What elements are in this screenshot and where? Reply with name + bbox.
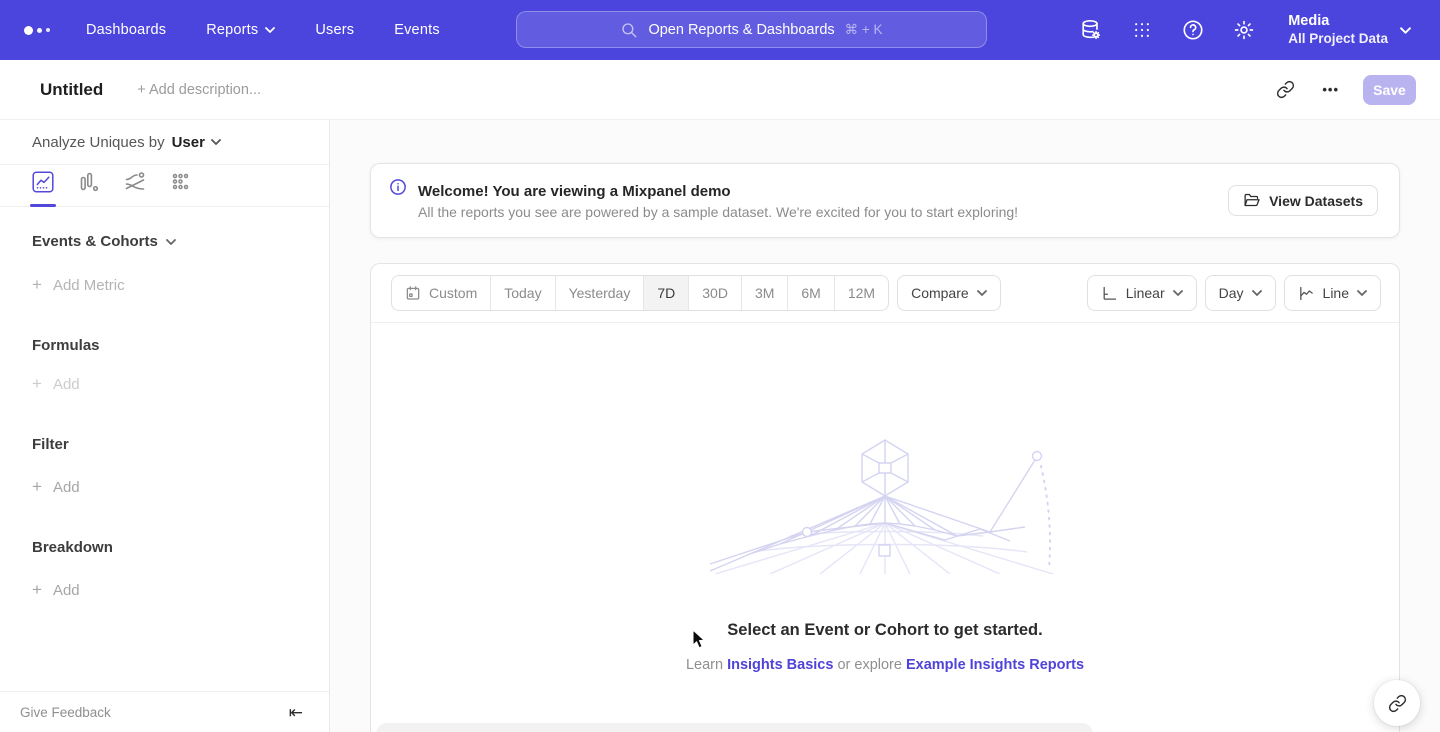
interval-dropdown[interactable]: Day [1205,275,1276,311]
range-6m[interactable]: 6M [788,276,834,310]
breakdown-section-title: Breakdown [32,539,297,556]
add-metric-button[interactable]: + Add Metric [32,275,297,295]
tab-flow-chart[interactable] [124,171,146,201]
calendar-icon [405,285,421,301]
events-cohorts-section-title[interactable]: Events & Cohorts [32,233,297,250]
sidebar-footer: Give Feedback ⇤ [0,691,329,732]
range-7d[interactable]: 7D [644,276,689,310]
share-link-fab[interactable] [1374,680,1420,726]
insights-basics-link[interactable]: Insights Basics [727,657,833,673]
insights-chart-card: Custom Today Yesterday 7D 30D 3M 6M 12M … [370,263,1400,732]
plus-icon: + [32,580,42,600]
give-feedback-link[interactable]: Give Feedback [20,705,111,720]
query-sections: Events & Cohorts + Add Metric Formulas +… [0,207,329,600]
chevron-down-icon [977,290,987,296]
scale-dropdown[interactable]: Linear [1087,275,1197,311]
global-search-input[interactable]: Open Reports & Dashboards ⌘ + K [516,11,987,48]
formulas-section-title: Formulas [32,337,297,354]
report-actions: ••• Save [1272,75,1416,105]
topnav-right: Media All Project Data [1079,13,1410,47]
empty-state: Select an Event or Cohort to get started… [371,324,1399,673]
tab-metrics-grid[interactable] [170,171,192,201]
chevron-down-icon [265,27,275,33]
add-filter-button[interactable]: + Add [32,477,297,497]
search-icon [620,21,638,39]
save-button[interactable]: Save [1363,75,1416,105]
project-scope: All Project Data [1288,30,1388,47]
add-breakdown-button[interactable]: + Add [32,580,297,600]
range-yesterday[interactable]: Yesterday [556,276,645,310]
chevron-down-icon [1400,27,1410,33]
main-content: Welcome! You are viewing a Mixpanel demo… [330,120,1440,732]
analyze-prefix-label: Analyze Uniques by [32,134,165,151]
info-icon [389,178,407,196]
tab-bar-chart[interactable] [78,171,100,201]
nav-dashboards[interactable]: Dashboards [86,22,166,38]
range-30d[interactable]: 30D [689,276,742,310]
search-placeholder: Open Reports & Dashboards [648,22,834,38]
range-custom[interactable]: Custom [392,276,491,310]
filter-section-title: Filter [32,436,297,453]
visualization-tabs [0,165,329,207]
nav-users[interactable]: Users [315,22,354,38]
data-management-icon[interactable] [1079,18,1103,42]
report-description-field[interactable]: + Add description... [137,82,261,98]
mixpanel-logo[interactable] [24,26,50,35]
range-12m[interactable]: 12M [835,276,888,310]
chevron-down-icon [211,139,221,145]
linear-axis-icon [1101,285,1118,302]
chart-type-dropdown[interactable]: Line [1284,275,1381,311]
logo-dot [46,28,50,32]
project-switcher[interactable]: Media All Project Data [1288,13,1410,47]
range-3m[interactable]: 3M [742,276,788,310]
nav-events[interactable]: Events [394,22,440,38]
more-options-button[interactable]: ••• [1322,82,1339,97]
chevron-down-icon [1357,290,1367,296]
logo-dot [37,28,42,33]
chart-controls-row: Custom Today Yesterday 7D 30D 3M 6M 12M … [371,264,1399,323]
range-today[interactable]: Today [491,276,555,310]
mixpanel-insights-app: Dashboards Reports Users Events Open Rep… [0,0,1440,732]
query-builder-sidebar: Analyze Uniques by User [0,120,330,732]
analyze-uniques-row: Analyze Uniques by User [0,120,329,165]
view-datasets-button[interactable]: View Datasets [1228,185,1378,216]
search-shortcut: ⌘ + K [845,22,883,38]
logo-dot [24,26,33,35]
analyze-by-dropdown[interactable]: User [172,134,221,151]
top-nav: Dashboards Reports Users Events Open Rep… [0,0,1440,60]
chevron-down-icon [166,239,176,245]
tab-line-chart[interactable] [32,171,54,201]
settings-gear-icon[interactable] [1232,18,1256,42]
project-name: Media [1288,13,1388,30]
banner-title: Welcome! You are viewing a Mixpanel demo [418,183,1018,200]
empty-state-links: Learn Insights Basics or explore Example… [371,657,1399,673]
nav-reports[interactable]: Reports [206,22,275,38]
chevron-down-icon [1252,290,1262,296]
demo-welcome-banner: Welcome! You are viewing a Mixpanel demo… [370,163,1400,238]
empty-state-illustration [695,424,1075,574]
collapse-sidebar-icon[interactable]: ⇤ [289,704,303,721]
date-range-selector: Custom Today Yesterday 7D 30D 3M 6M 12M [391,275,889,311]
plus-icon: + [32,275,42,295]
line-chart-icon [1298,285,1315,302]
breakdown-panel-top-edge [376,723,1093,732]
primary-nav: Dashboards Reports Users Events [86,22,440,38]
plus-icon: + [32,477,42,497]
report-title[interactable]: Untitled [40,80,103,100]
banner-subtitle: All the reports you see are powered by a… [418,204,1018,220]
chart-display-controls: Linear Day Line [1087,275,1381,311]
apps-grid-icon[interactable] [1130,18,1154,42]
empty-state-title: Select an Event or Cohort to get started… [371,621,1399,640]
chevron-down-icon [1173,290,1183,296]
help-icon[interactable] [1181,18,1205,42]
example-insights-reports-link[interactable]: Example Insights Reports [906,657,1084,673]
compare-dropdown[interactable]: Compare [897,275,1001,311]
add-formula-button[interactable]: + Add [32,374,297,394]
plus-icon: + [32,374,42,394]
copy-link-icon[interactable] [1272,77,1298,103]
folder-icon [1243,192,1260,209]
report-header: Untitled + Add description... ••• Save [0,60,1440,120]
